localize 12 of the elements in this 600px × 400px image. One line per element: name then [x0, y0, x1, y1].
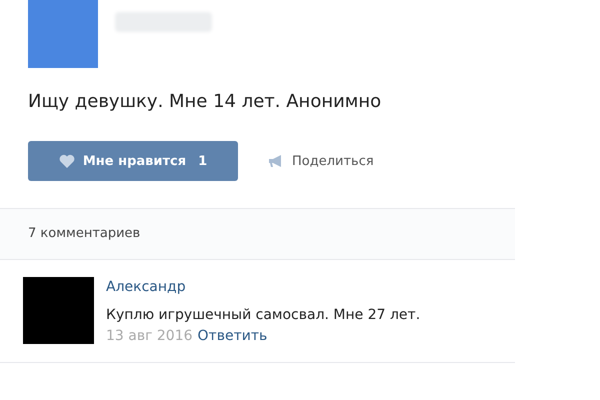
reply-link[interactable]: Ответить	[198, 328, 268, 344]
megaphone-icon	[268, 154, 284, 168]
avatar[interactable]	[23, 277, 94, 344]
avatar[interactable]	[28, 0, 98, 68]
post-text: Ищу девушку. Мне 14 лет. Анонимно	[28, 90, 382, 114]
comments-count: 7 комментариев	[0, 208, 515, 260]
heart-icon	[58, 154, 75, 168]
like-button[interactable]: Мне нравится 1	[28, 141, 238, 181]
comment-date: 13 авг 2016	[106, 328, 193, 344]
comment-author[interactable]: Александр	[106, 277, 420, 297]
share-button[interactable]: Поделиться	[268, 154, 374, 168]
comment-text: Куплю игрушечный самосвал. Мне 27 лет.	[106, 306, 420, 325]
